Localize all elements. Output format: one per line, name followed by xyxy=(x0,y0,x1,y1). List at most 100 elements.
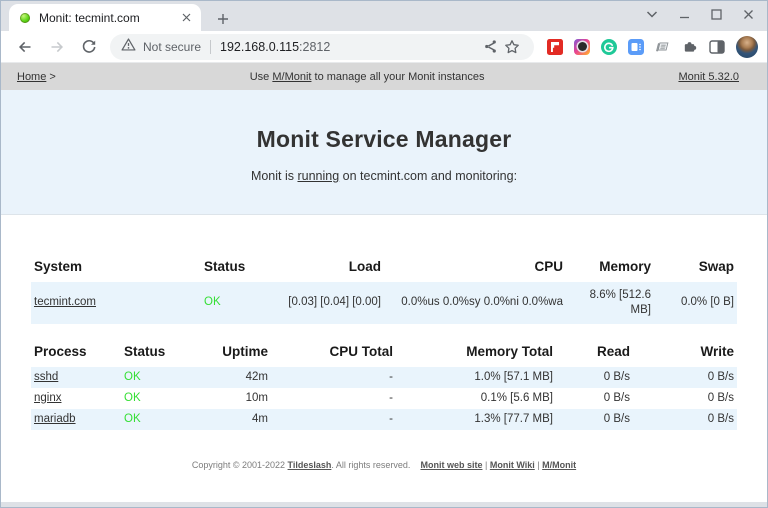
mmonit-banner: Use M/Monit to manage all your Monit ins… xyxy=(56,71,679,83)
col-header-uptime: Uptime xyxy=(216,344,271,367)
not-secure-warning-icon[interactable] xyxy=(121,37,136,57)
tildeslash-link[interactable]: Tildeslash xyxy=(288,460,332,470)
tab-title: Monit: tecmint.com xyxy=(39,11,178,25)
monit-version-link[interactable]: Monit 5.32.0 xyxy=(678,71,739,83)
process-uptime: 10m xyxy=(216,388,271,409)
process-link-sshd[interactable]: sshd xyxy=(34,371,58,383)
system-memory: 8.6% [512.6 MB] xyxy=(566,282,654,324)
process-header-row: Process Status Uptime CPU Total Memory T… xyxy=(31,344,737,367)
tab-strip: Monit: tecmint.com xyxy=(1,1,767,31)
chevron-down-icon[interactable] xyxy=(645,7,659,21)
address-bar[interactable]: Not secure 192.168.0.115 :2812 xyxy=(110,34,534,60)
col-header-memory-total: Memory Total xyxy=(396,344,556,367)
process-memory-total: 0.1% [5.6 MB] xyxy=(396,388,556,409)
col-header-cpu-total: CPU Total xyxy=(271,344,396,367)
system-swap: 0.0% [0 B] xyxy=(654,282,737,324)
home-link[interactable]: Home xyxy=(17,71,46,83)
col-header-load: Load xyxy=(256,259,384,282)
process-write: 0 B/s xyxy=(633,367,737,388)
col-header-status: Status xyxy=(201,259,256,282)
system-header-row: System Status Load CPU Memory Swap xyxy=(31,259,737,282)
extensions-area xyxy=(547,36,768,58)
camera-extension-icon[interactable] xyxy=(574,39,590,55)
camera-lens xyxy=(578,42,587,51)
url-port[interactable]: :2812 xyxy=(299,40,330,54)
close-window-button[interactable] xyxy=(741,7,755,21)
process-write: 0 B/s xyxy=(633,388,737,409)
side-panel-icon[interactable] xyxy=(709,39,725,55)
grammarly-extension-icon[interactable] xyxy=(601,39,617,55)
col-header-proc-status: Status xyxy=(121,344,216,367)
process-cpu-total: - xyxy=(271,367,396,388)
status-text-post: on tecmint.com and monitoring: xyxy=(339,169,517,183)
copyright-text-post: . All rights reserved. xyxy=(331,460,410,470)
url-host[interactable]: 192.168.0.115 xyxy=(220,40,299,54)
system-table: System Status Load CPU Memory Swap tecmi… xyxy=(31,259,737,324)
system-status: OK xyxy=(201,282,256,324)
window-controls xyxy=(645,1,755,27)
table-row: tecmint.com OK [0.03] [0.04] [0.00] 0.0%… xyxy=(31,282,737,324)
col-header-cpu: CPU xyxy=(384,259,566,282)
not-secure-label[interactable]: Not secure xyxy=(143,40,201,54)
process-read: 0 B/s xyxy=(556,367,633,388)
process-write: 0 B/s xyxy=(633,409,737,430)
banner-text-post: to manage all your Monit instances xyxy=(311,71,484,83)
reload-button[interactable] xyxy=(76,34,102,60)
process-read: 0 B/s xyxy=(556,409,633,430)
col-header-write: Write xyxy=(633,344,737,367)
copyright-text: Copyright © 2001-2022 xyxy=(192,460,288,470)
monit-website-link[interactable]: Monit web site xyxy=(420,460,482,470)
minimize-button[interactable] xyxy=(677,7,691,21)
process-uptime: 4m xyxy=(216,409,271,430)
col-header-process: Process xyxy=(31,344,121,367)
share-icon[interactable] xyxy=(479,36,501,58)
bookmark-star-icon[interactable] xyxy=(501,36,523,58)
browser-window: Monit: tecmint.com xyxy=(0,0,768,508)
footer-separator: | xyxy=(537,460,539,470)
process-read: 0 B/s xyxy=(556,388,633,409)
col-header-system: System xyxy=(31,259,201,282)
monit-navbar: Home > Use M/Monit to manage all your Mo… xyxy=(1,63,767,90)
browser-tab[interactable]: Monit: tecmint.com xyxy=(9,4,201,31)
process-memory-total: 1.3% [77.7 MB] xyxy=(396,409,556,430)
table-row: mariadb OK 4m - 1.3% [77.7 MB] 0 B/s 0 B… xyxy=(31,409,737,430)
omnibox-divider xyxy=(210,40,211,54)
process-memory-total: 1.0% [57.1 MB] xyxy=(396,367,556,388)
monit-wiki-link[interactable]: Monit Wiki xyxy=(490,460,535,470)
monit-content: System Status Load CPU Memory Swap tecmi… xyxy=(1,215,767,502)
table-row: nginx OK 10m - 0.1% [5.6 MB] 0 B/s 0 B/s xyxy=(31,388,737,409)
footer-separator: | xyxy=(485,460,487,470)
mmonit-footer-link[interactable]: M/Monit xyxy=(542,460,576,470)
system-cpu: 0.0%us 0.0%sy 0.0%ni 0.0%wa xyxy=(384,282,566,324)
breadcrumb: Home > xyxy=(17,71,56,83)
back-button[interactable] xyxy=(12,34,38,60)
profile-avatar[interactable] xyxy=(736,36,758,58)
maximize-button[interactable] xyxy=(709,7,723,21)
newspaper-extension-icon[interactable] xyxy=(655,39,671,55)
tab-close-icon[interactable] xyxy=(178,10,194,26)
process-cpu-total: - xyxy=(271,388,396,409)
table-row: sshd OK 42m - 1.0% [57.1 MB] 0 B/s 0 B/s xyxy=(31,367,737,388)
new-tab-button[interactable] xyxy=(210,6,236,32)
process-uptime: 42m xyxy=(216,367,271,388)
process-link-mariadb[interactable]: mariadb xyxy=(34,413,76,425)
status-text-pre: Monit is xyxy=(251,169,298,183)
system-link-tecmint[interactable]: tecmint.com xyxy=(34,296,96,308)
process-link-nginx[interactable]: nginx xyxy=(34,392,62,404)
forward-button[interactable] xyxy=(44,34,70,60)
process-status: OK xyxy=(121,388,216,409)
window-bottom-edge xyxy=(1,502,767,507)
running-link[interactable]: running xyxy=(297,169,339,183)
extensions-puzzle-icon[interactable] xyxy=(682,39,698,55)
blue-tag-extension-icon[interactable] xyxy=(628,39,644,55)
monit-favicon-icon xyxy=(20,13,30,23)
mmonit-link[interactable]: M/Monit xyxy=(272,71,311,83)
flipboard-extension-icon[interactable] xyxy=(547,39,563,55)
page-footer: Copyright © 2001-2022 Tildeslash. All ri… xyxy=(31,460,737,470)
system-load: [0.03] [0.04] [0.00] xyxy=(256,282,384,324)
process-cpu-total: - xyxy=(271,409,396,430)
process-table: Process Status Uptime CPU Total Memory T… xyxy=(31,344,737,430)
col-header-memory: Memory xyxy=(566,259,654,282)
monit-hero: Monit Service Manager Monit is running o… xyxy=(1,90,767,215)
monit-status-line: Monit is running on tecmint.com and moni… xyxy=(1,169,767,183)
